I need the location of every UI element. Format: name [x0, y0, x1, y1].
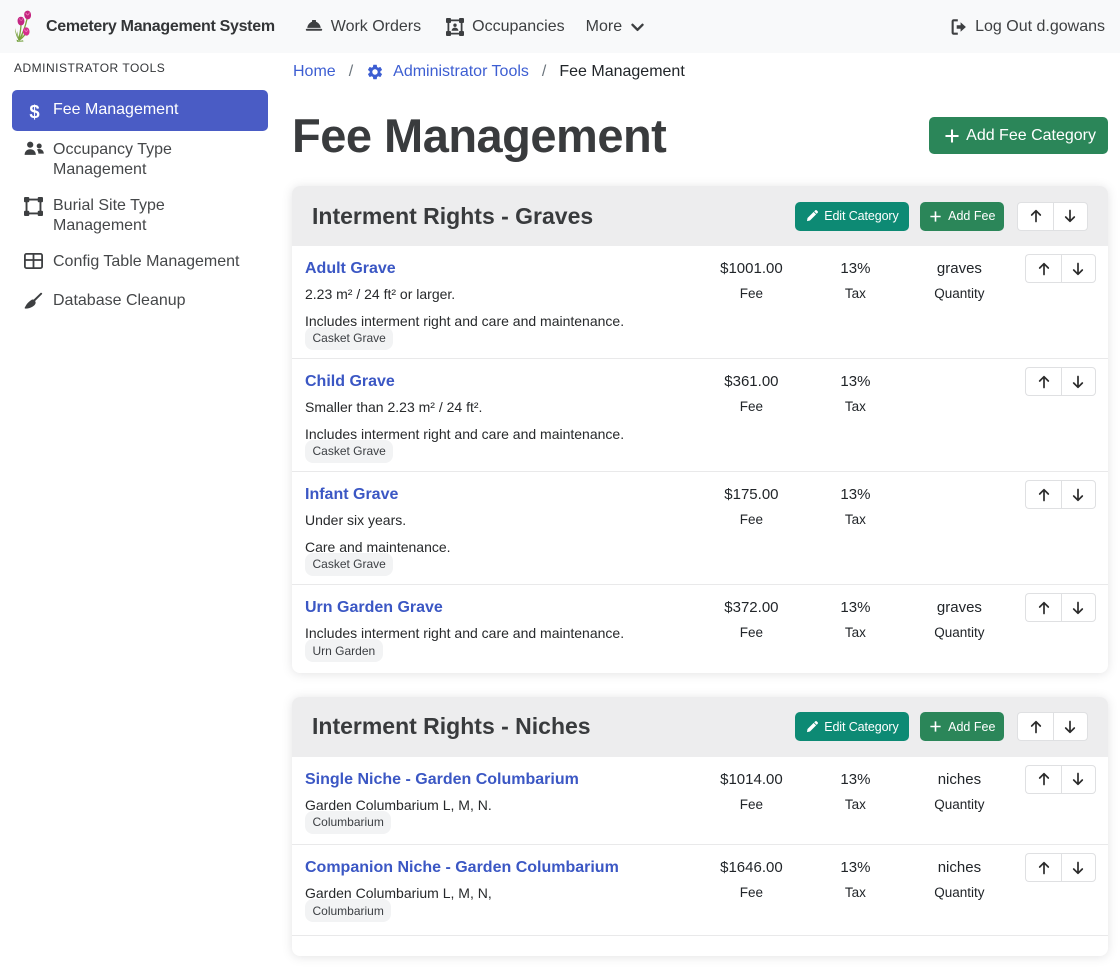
svg-text:$: $ [29, 101, 40, 121]
